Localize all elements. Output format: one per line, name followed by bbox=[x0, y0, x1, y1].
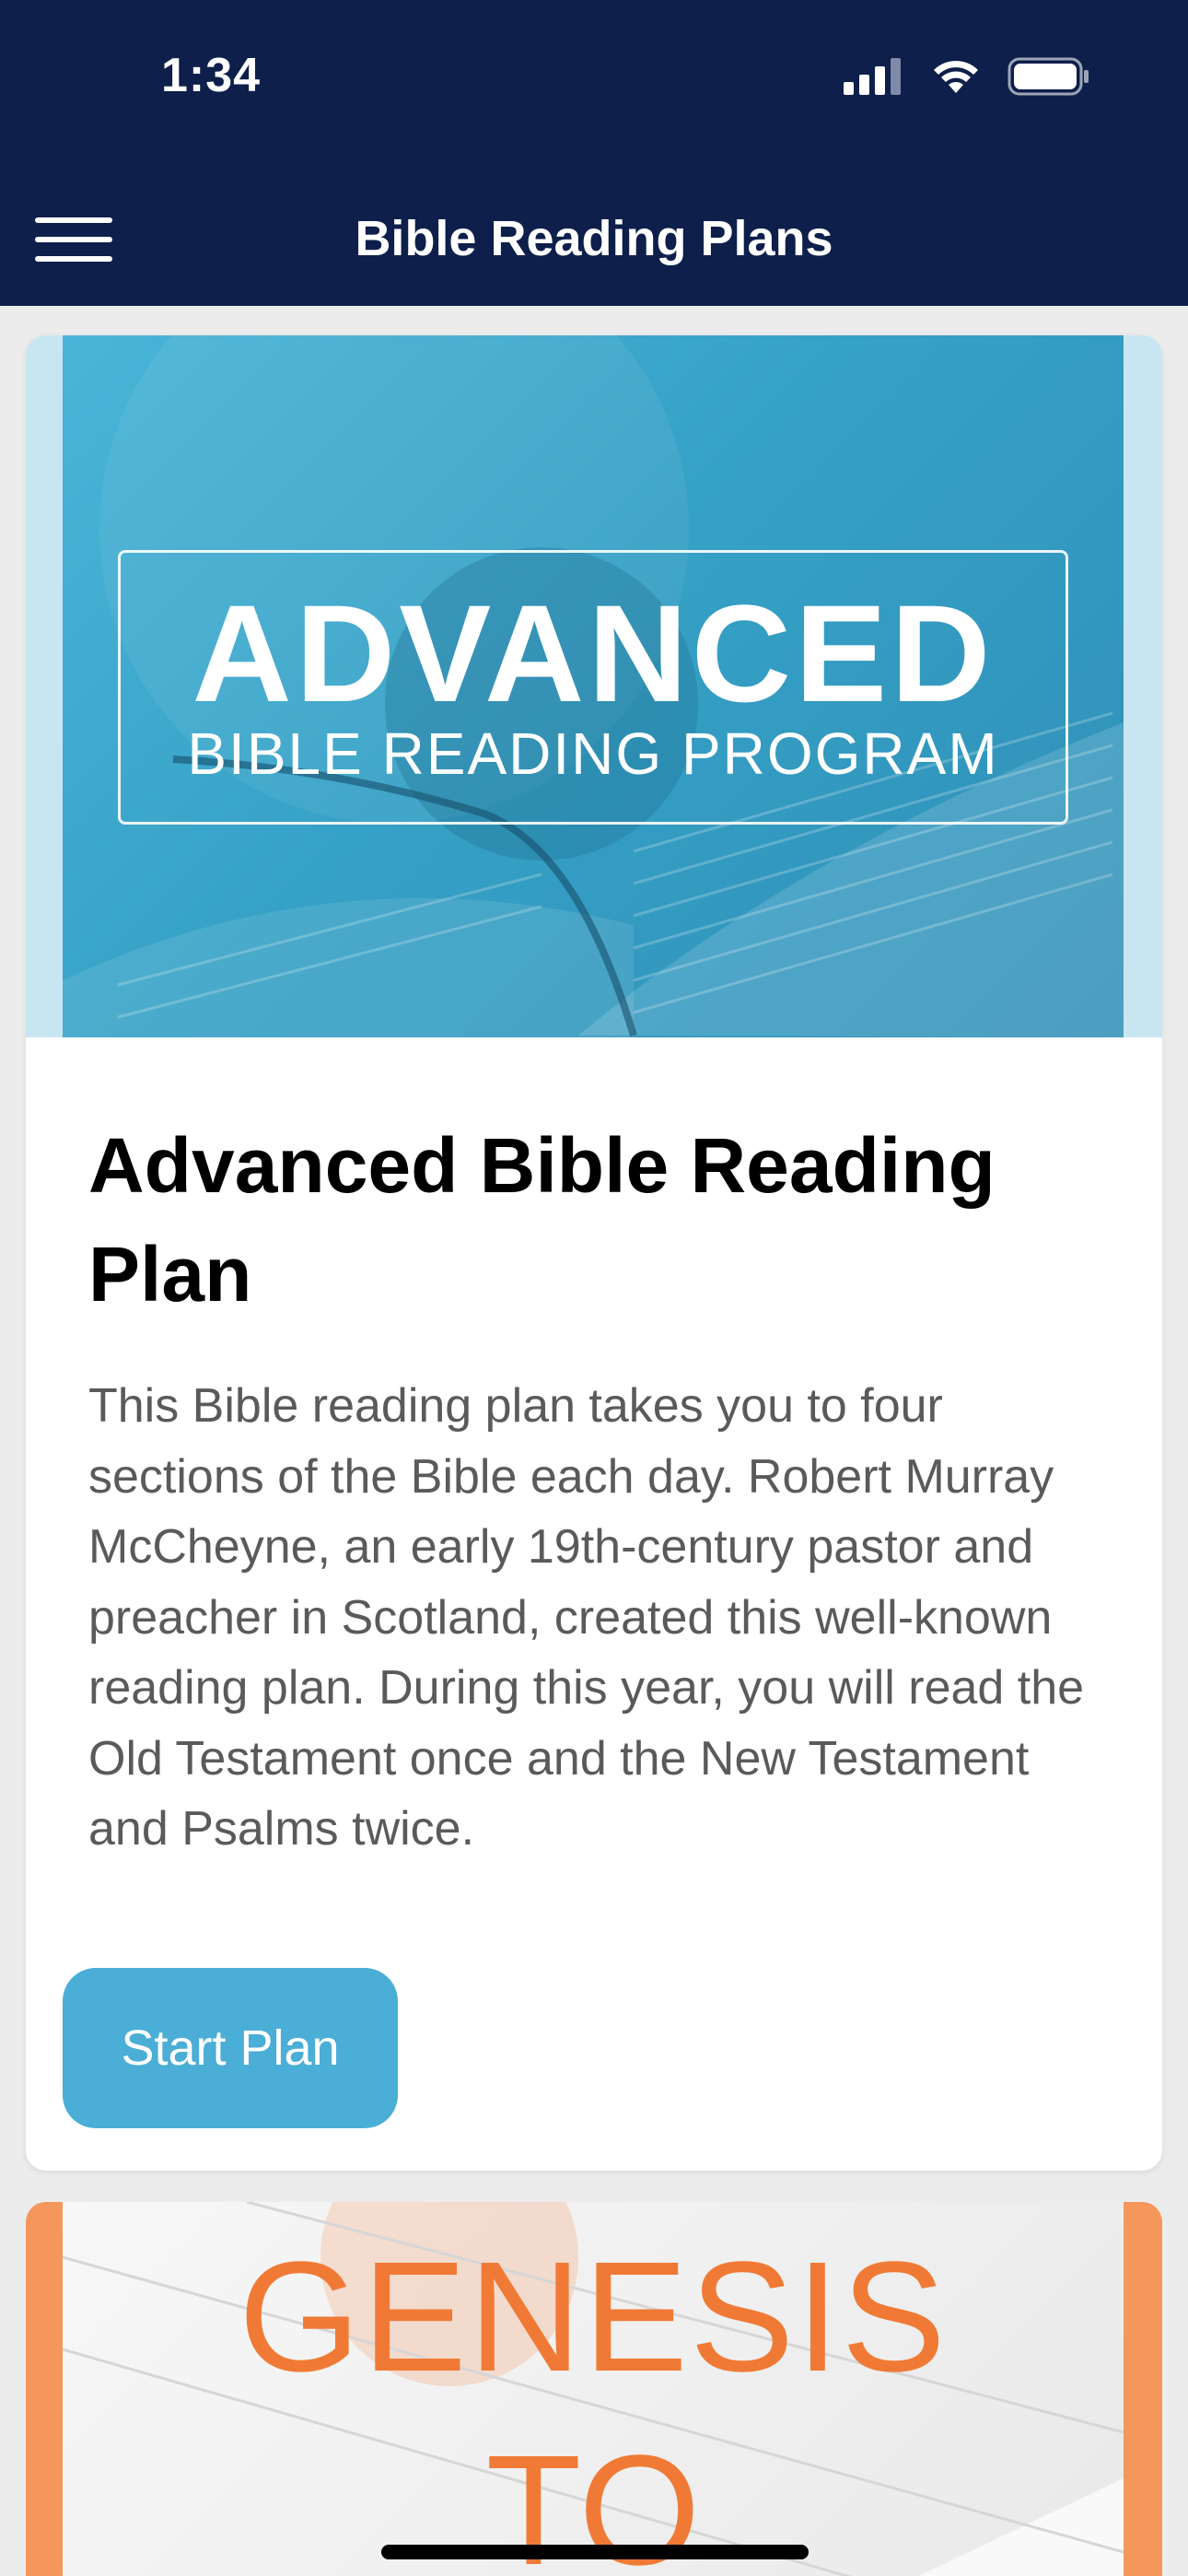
plan-title: Advanced Bible Reading Plan bbox=[88, 1122, 996, 1317]
plan-card-advanced[interactable]: ADVANCED BIBLE READING PROGRAM Advanced … bbox=[26, 335, 1162, 2171]
battery-icon bbox=[1007, 57, 1089, 96]
banner-title: ADVANCED bbox=[192, 576, 995, 731]
plan-banner-image: ADVANCED BIBLE READING PROGRAM bbox=[26, 335, 1162, 1037]
start-plan-button[interactable]: Start Plan bbox=[63, 1968, 398, 2128]
plan-card-genesis[interactable]: GENESIS TO bbox=[26, 2202, 1162, 2576]
page-title: Bible Reading Plans bbox=[355, 211, 833, 266]
signal-icon bbox=[844, 58, 901, 95]
status-icons bbox=[844, 57, 1090, 96]
banner-subtitle: BIBLE READING PROGRAM bbox=[187, 720, 999, 787]
home-indicator[interactable] bbox=[381, 2545, 809, 2559]
plan-description: This Bible reading plan takes you to fou… bbox=[88, 1379, 1085, 1856]
banner-title: GENESIS bbox=[239, 2230, 948, 2405]
app-header: 1:34 Bible Reading Plans bbox=[0, 0, 1188, 306]
wifi-icon bbox=[934, 61, 978, 93]
plan-banner-image: GENESIS TO bbox=[63, 2202, 1124, 2576]
status-time: 1:34 bbox=[161, 49, 262, 102]
